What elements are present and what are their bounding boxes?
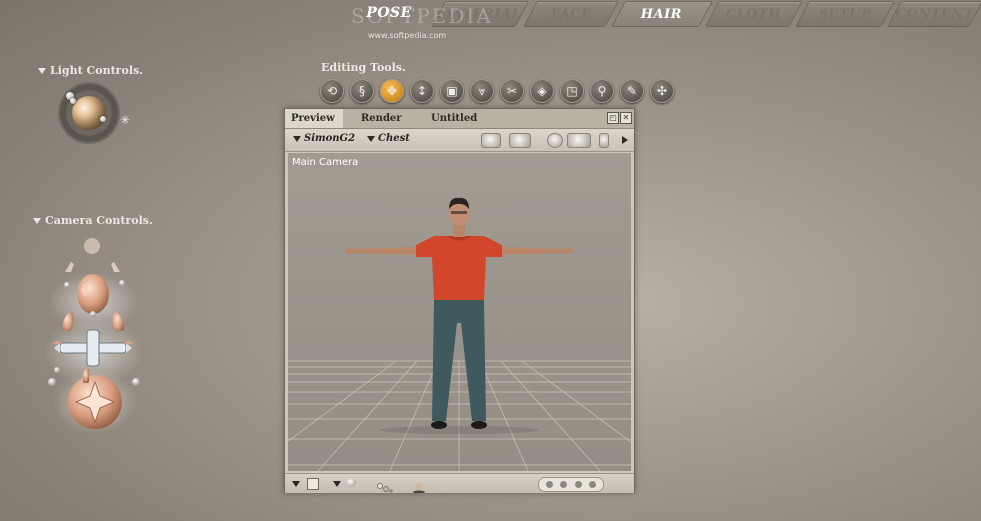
light-2-dot[interactable] — [70, 98, 76, 104]
ground-shadow-icon[interactable] — [412, 478, 426, 494]
pan-dot[interactable] — [119, 280, 125, 286]
camera-dot[interactable] — [132, 378, 140, 386]
document-window-tabs: Preview Render Untitled ◰ ✕ — [285, 109, 634, 129]
scale-icon[interactable]: ▣ — [440, 79, 464, 103]
editing-tools-title: Editing Tools. — [321, 61, 406, 74]
nav-dot[interactable] — [574, 481, 582, 488]
right-hand-camera-icon[interactable] — [111, 262, 120, 272]
tab-pose[interactable]: POSE — [360, 1, 418, 25]
figure-select[interactable]: SimonG2 — [293, 133, 355, 144]
more-arrow-icon[interactable] — [622, 136, 628, 144]
document-toolbar: SimonG2 Chest — [285, 129, 634, 152]
camera-dot[interactable] — [54, 367, 60, 373]
camera-select-icon[interactable] — [481, 133, 501, 148]
tab-untitled[interactable]: Untitled — [431, 109, 491, 128]
dropdown-triangle-icon — [367, 135, 375, 142]
ground-grid — [288, 360, 631, 471]
tab-face[interactable]: FACE — [523, 1, 619, 27]
tab-render[interactable]: Render — [351, 109, 411, 128]
light-properties-icon[interactable]: ✳ — [120, 113, 130, 127]
main-camera-head-icon[interactable] — [77, 274, 109, 314]
shadow-menu-triangle-icon[interactable] — [333, 481, 341, 487]
dropdown-triangle-icon — [293, 135, 301, 142]
shadow-color-icon[interactable] — [347, 478, 356, 487]
depth-cue-icon[interactable] — [377, 478, 393, 493]
collapse-triangle-icon — [33, 217, 41, 224]
taper-icon[interactable]: ⩔ — [470, 79, 494, 103]
color-icon[interactable]: ◈ — [530, 79, 554, 103]
left-hand-camera-icon[interactable] — [65, 262, 74, 272]
light-3-dot[interactable] — [100, 116, 106, 122]
trackball-icon[interactable] — [68, 375, 122, 429]
resize-window-icon[interactable]: ◰ — [607, 112, 619, 124]
actor-select[interactable]: Chest — [367, 133, 410, 144]
display-menu-triangle-icon[interactable] — [292, 481, 300, 487]
twist-icon[interactable]: § — [350, 79, 374, 103]
morphing-tool-icon[interactable]: ✎ — [620, 79, 644, 103]
background-color-icon[interactable] — [307, 478, 319, 490]
hand-pointer-icon — [83, 369, 89, 383]
tab-material[interactable]: MATERIAL — [431, 1, 529, 27]
camera-controls-title[interactable]: Camera Controls. — [33, 214, 153, 227]
tracking-mode-icon[interactable] — [599, 133, 609, 148]
nav-dot[interactable] — [546, 481, 554, 488]
watermark-url: www.softpedia.com — [368, 31, 447, 40]
tab-content[interactable]: CONTENT — [887, 1, 981, 27]
top-tab-bar: POSE MATERIAL FACE HAIR CLOTH SETUP CONT… — [0, 0, 981, 28]
figure-display-icon[interactable] — [567, 133, 591, 148]
direct-manipulation-icon[interactable]: ✣ — [650, 79, 674, 103]
nav-dot[interactable] — [560, 481, 568, 488]
close-window-icon[interactable]: ✕ — [620, 112, 632, 124]
translate-in-out-icon[interactable]: ↕ — [410, 79, 434, 103]
rotate-icon[interactable]: ⟲ — [320, 79, 344, 103]
document-window: Preview Render Untitled ◰ ✕ SimonG2 Ches… — [284, 108, 635, 494]
tab-preview[interactable]: Preview — [285, 109, 343, 128]
collapse-triangle-icon — [38, 67, 46, 74]
preview-viewport[interactable]: Main Camera — [288, 153, 631, 471]
pan-dot[interactable] — [64, 282, 70, 288]
view-magnifier-icon[interactable]: ⚲ — [590, 79, 614, 103]
camera-controls — [40, 232, 150, 434]
camera-controls-graphic — [43, 238, 143, 434]
camera-dot[interactable] — [48, 378, 56, 386]
scene-canvas — [288, 197, 631, 471]
tab-hair[interactable]: HAIR — [611, 1, 713, 27]
tab-setup[interactable]: SETUP — [795, 1, 895, 27]
render-options-icon[interactable] — [547, 133, 563, 148]
face-camera-icon[interactable] — [84, 238, 100, 254]
tab-cloth[interactable]: CLOTH — [705, 1, 803, 27]
light-sphere[interactable] — [72, 96, 106, 130]
translate-icon[interactable]: ✥ — [380, 79, 404, 103]
grouping-icon[interactable]: ◳ — [560, 79, 584, 103]
chain-break-icon[interactable]: ✂ — [500, 79, 524, 103]
display-style-icon[interactable] — [509, 133, 531, 148]
camera-nav-pill[interactable] — [538, 477, 604, 492]
light-controls-title[interactable]: Light Controls. — [38, 64, 143, 77]
nav-dot[interactable] — [588, 481, 596, 488]
document-bottom-bar — [285, 473, 634, 494]
